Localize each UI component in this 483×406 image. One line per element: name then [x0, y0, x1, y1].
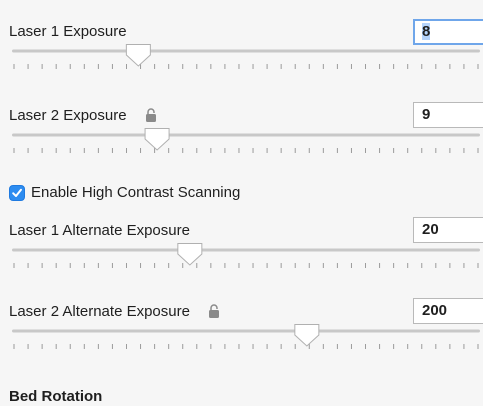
checkmark-icon [12, 188, 22, 197]
setting-laser1-exposure: Laser 1 Exposure 8 [9, 14, 483, 76]
setting-laser1-alt-exposure: Laser 1 Alternate Exposure 20 [9, 215, 483, 277]
field-value: 9 [422, 106, 431, 123]
slider-thumb-icon[interactable] [177, 243, 203, 266]
laser2-alt-exposure-field[interactable]: 200 [413, 298, 483, 324]
lock-icon[interactable] [145, 108, 157, 122]
field-value: 8 [422, 23, 431, 40]
high-contrast-checkbox[interactable] [9, 185, 25, 201]
setting-label-text: Laser 2 Alternate Exposure [9, 303, 190, 320]
slider-track[interactable] [12, 133, 480, 137]
setting-label: Laser 2 Alternate Exposure [9, 303, 220, 321]
setting-laser2-alt-exposure: Laser 2 Alternate Exposure 200 [9, 298, 483, 360]
laser2-exposure-field[interactable]: 9 [413, 102, 483, 128]
section-title-bed-rotation: Bed Rotation [9, 388, 103, 405]
setting-label-text: Laser 2 Exposure [9, 107, 127, 124]
high-contrast-label: Enable High Contrast Scanning [31, 184, 241, 201]
lock-icon[interactable] [208, 304, 220, 318]
setting-label: Laser 1 Alternate Exposure [9, 222, 190, 239]
setting-laser2-exposure: Laser 2 Exposure 9 [9, 100, 483, 162]
laser2-alt-exposure-slider[interactable] [9, 324, 483, 358]
field-value: 20 [422, 221, 439, 238]
laser1-exposure-field[interactable]: 8 [413, 19, 483, 45]
setting-label: Laser 2 Exposure [9, 107, 157, 125]
setting-label: Laser 1 Exposure [9, 23, 127, 40]
slider-track[interactable] [12, 329, 480, 333]
laser1-alt-exposure-field[interactable]: 20 [413, 217, 483, 243]
slider-thumb-icon[interactable] [294, 324, 320, 347]
slider-thumb-icon[interactable] [144, 128, 170, 151]
field-value: 200 [422, 302, 448, 319]
laser1-exposure-slider[interactable] [9, 44, 483, 78]
slider-track[interactable] [12, 49, 480, 53]
slider-thumb-icon[interactable] [125, 44, 151, 67]
laser2-exposure-slider[interactable] [9, 128, 483, 162]
laser1-alt-exposure-slider[interactable] [9, 243, 483, 277]
slider-track[interactable] [12, 248, 480, 252]
